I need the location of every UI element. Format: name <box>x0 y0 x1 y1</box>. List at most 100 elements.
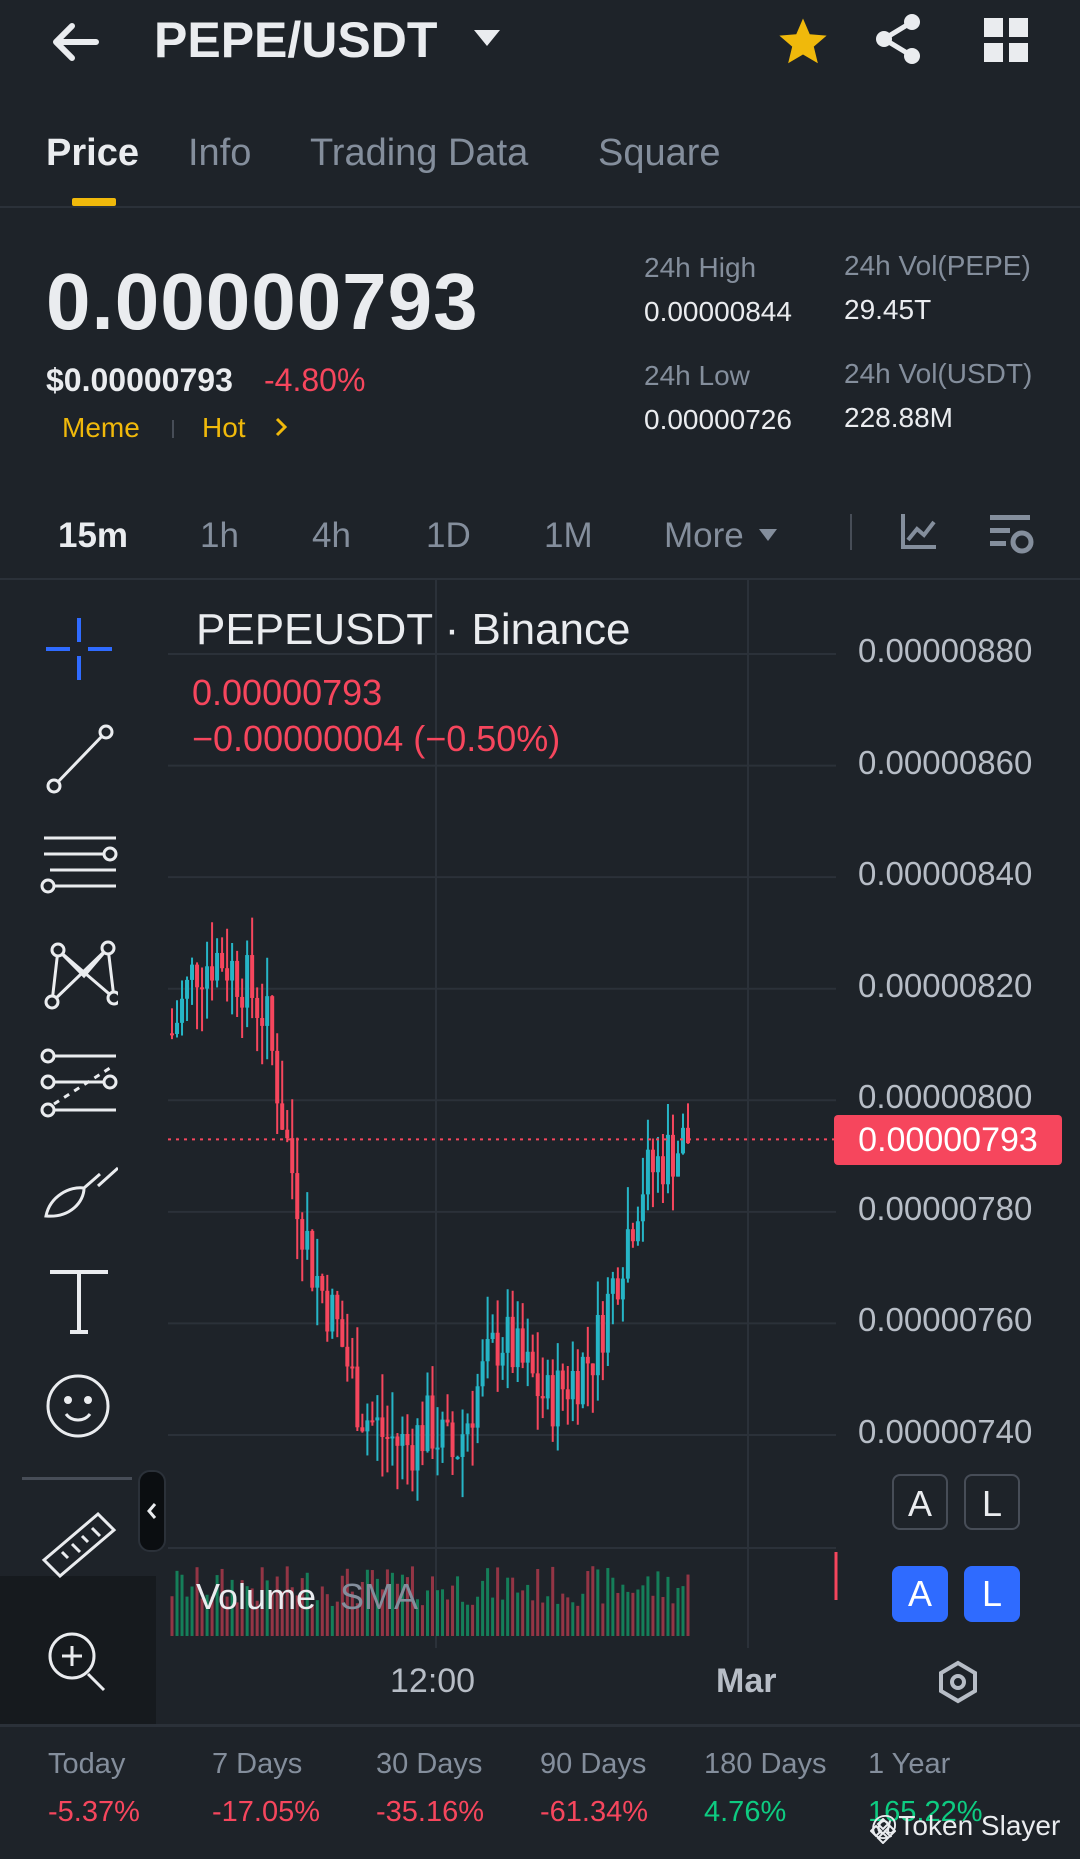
time-settings-icon[interactable] <box>936 1660 980 1709</box>
candle-body <box>505 1316 510 1353</box>
text-icon[interactable] <box>40 1262 118 1340</box>
volume-bar <box>420 1605 424 1636</box>
candle-body <box>560 1370 565 1390</box>
candle-body <box>490 1332 495 1340</box>
candle-body <box>175 1022 180 1034</box>
trend-line-icon[interactable] <box>40 720 118 798</box>
volume-bar <box>441 1589 445 1636</box>
volume-bar <box>631 1592 635 1636</box>
perf-label: 7 Days <box>212 1748 303 1780</box>
volume-bar <box>516 1592 520 1636</box>
watermark: @Token Slayer <box>870 1810 1061 1841</box>
toolbar-divider <box>22 1477 132 1480</box>
candle-body <box>390 1436 395 1439</box>
last-price: 0.00000793 <box>46 257 479 346</box>
candle-body <box>545 1375 550 1399</box>
candle-body <box>625 1229 630 1279</box>
candle-body <box>425 1395 430 1452</box>
volume-bar <box>496 1567 500 1636</box>
tf-15m[interactable]: 15m <box>58 516 128 556</box>
ruler-icon[interactable] <box>40 1500 118 1579</box>
volume-bar <box>521 1590 525 1636</box>
tf-4h[interactable]: 4h <box>312 516 351 556</box>
caret-down-icon[interactable] <box>758 528 778 547</box>
tf-1d[interactable]: 1D <box>426 516 471 556</box>
chart-symbol-title: PEPEUSDT · Binance <box>196 605 631 654</box>
volume-bar <box>471 1604 475 1636</box>
emoji-icon[interactable] <box>40 1366 118 1444</box>
candle-body <box>380 1417 385 1437</box>
tag-separator <box>172 420 174 438</box>
grid-icon[interactable] <box>984 18 1028 67</box>
horizontal-lines-icon[interactable] <box>40 828 118 906</box>
vol-quote-label: 24h Vol(USDT) <box>844 358 1033 389</box>
indicator-chart-icon[interactable] <box>900 512 938 555</box>
tag-meme[interactable]: Meme <box>62 412 140 444</box>
chevron-right-icon[interactable] <box>274 416 288 443</box>
tab-price[interactable]: Price <box>46 130 139 176</box>
candle-body <box>410 1445 415 1471</box>
candle-body <box>350 1366 355 1369</box>
candle-body <box>345 1346 350 1367</box>
tab-square[interactable]: Square <box>598 130 721 176</box>
log-scale-volume-button[interactable]: L <box>964 1566 1020 1622</box>
volume-bar <box>676 1587 680 1636</box>
candle-body <box>260 1017 265 1026</box>
candle-body <box>455 1456 460 1459</box>
crosshair-icon[interactable] <box>40 610 118 688</box>
candle-body <box>225 968 230 981</box>
volume-bar <box>576 1605 580 1636</box>
y-tick-label: 0.00000860 <box>858 743 1033 781</box>
candle-body <box>550 1375 555 1427</box>
candle-body <box>405 1434 410 1446</box>
tab-trading-data[interactable]: Trading Data <box>310 130 528 176</box>
pair-title[interactable]: PEPE/USDT <box>154 10 437 70</box>
brush-icon[interactable] <box>40 1156 120 1234</box>
candle-body <box>355 1366 360 1428</box>
low-value: 0.00000726 <box>644 404 792 435</box>
high-value: 0.00000844 <box>644 296 792 327</box>
candle-body <box>375 1417 380 1421</box>
candle-body <box>305 1230 310 1250</box>
candle-body <box>190 964 195 980</box>
candle-body <box>475 1386 480 1428</box>
candle-body <box>430 1395 435 1449</box>
collapse-toolbar-handle[interactable] <box>138 1470 166 1552</box>
candle-body <box>370 1420 375 1423</box>
back-arrow-icon[interactable] <box>48 14 104 70</box>
log-scale-button[interactable]: L <box>964 1474 1020 1530</box>
volume-bar <box>335 1601 339 1636</box>
fib-icon[interactable] <box>40 1046 118 1124</box>
volume-bar <box>641 1585 645 1636</box>
candle-body <box>575 1370 580 1405</box>
candle-body <box>650 1149 655 1173</box>
tf-more[interactable]: More <box>664 516 744 556</box>
tf-1m[interactable]: 1M <box>544 516 593 556</box>
y-tick-label: 0.00000840 <box>858 855 1033 892</box>
volume-bar <box>461 1601 465 1636</box>
share-icon[interactable] <box>874 12 924 71</box>
auto-scale-volume-button[interactable]: A <box>892 1566 948 1622</box>
pattern-icon[interactable] <box>40 936 122 1014</box>
volume-bar <box>185 1596 189 1636</box>
tf-1h[interactable]: 1h <box>200 516 239 556</box>
chart-settings-icon[interactable] <box>988 512 1034 561</box>
high-label: 24h High <box>644 252 757 283</box>
candle-body <box>580 1356 585 1405</box>
candle-body <box>500 1352 505 1366</box>
volume-bar <box>526 1584 530 1636</box>
candle-body <box>170 1033 174 1036</box>
star-icon[interactable] <box>776 14 830 73</box>
candle-body <box>480 1361 485 1387</box>
candle-body <box>440 1419 445 1448</box>
auto-scale-button[interactable]: A <box>892 1474 948 1530</box>
top-bar: PEPE/USDT <box>0 0 1080 90</box>
chevron-down-icon[interactable] <box>472 28 502 53</box>
candle-body <box>450 1422 455 1458</box>
tab-info[interactable]: Info <box>188 130 251 176</box>
candle-body <box>250 955 255 998</box>
perf-value: -17.05% <box>212 1796 321 1828</box>
volume-bar <box>551 1566 555 1636</box>
zoom-in-icon[interactable] <box>40 1622 118 1700</box>
tag-hot[interactable]: Hot <box>202 412 246 444</box>
